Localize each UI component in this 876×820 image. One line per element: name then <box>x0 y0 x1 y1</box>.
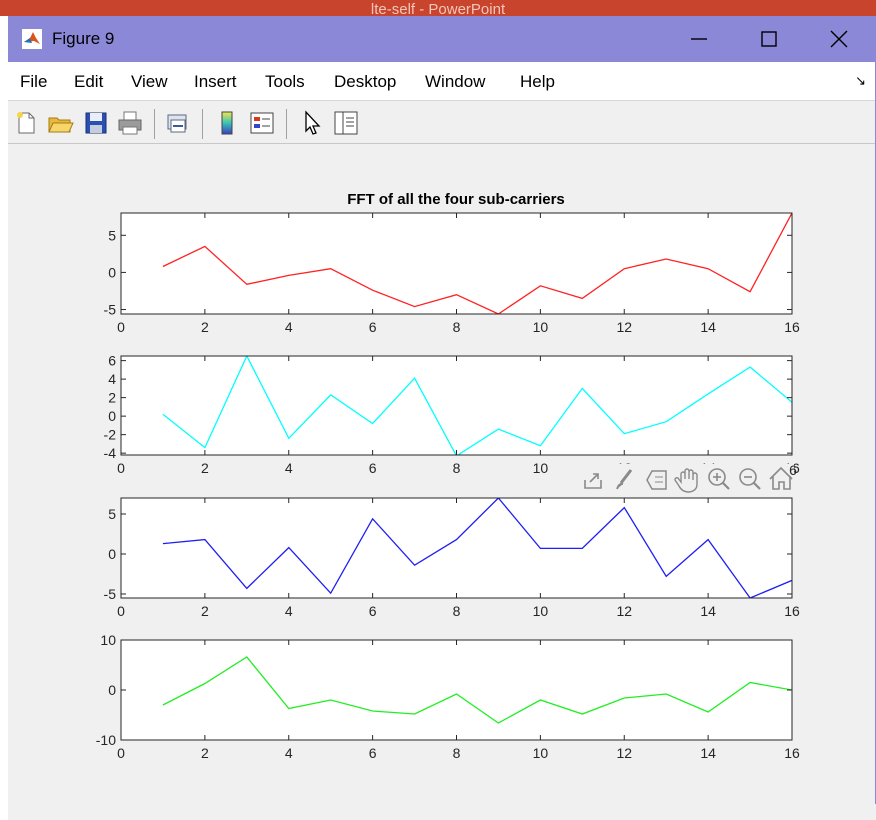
toolbar-separator <box>202 109 203 139</box>
dock-arrow-icon[interactable]: ↘ <box>855 74 866 89</box>
x-tick-label: 16 <box>784 319 800 335</box>
menu-view[interactable]: View <box>131 72 168 92</box>
x-tick-label: 8 <box>453 603 461 619</box>
x-tick-label: 14 <box>700 603 716 619</box>
link-plot-icon[interactable] <box>164 109 192 137</box>
x-tick-label: 14 <box>700 745 716 761</box>
x-tick-label: 6 <box>369 603 377 619</box>
x-tick-label: 6 <box>789 462 797 478</box>
x-tick-label: 4 <box>285 603 293 619</box>
figure-window: Figure 9 File Edit View Insert Tools Des… <box>8 16 876 804</box>
new-file-icon[interactable] <box>12 109 40 137</box>
menu-help[interactable]: Help <box>520 72 555 92</box>
x-tick-label: 2 <box>201 319 209 335</box>
pointer-arrow-icon[interactable] <box>298 109 326 137</box>
subplots: FFT of all the four sub-carriers 0 2 4 6 8 10… <box>8 144 876 804</box>
y-tick-label: -5 <box>104 586 117 602</box>
legend-icon[interactable] <box>248 109 276 137</box>
menu-tools[interactable]: Tools <box>265 72 305 92</box>
x-tick-label: 10 <box>533 319 549 335</box>
x-tick-label: 6 <box>369 319 377 335</box>
y-tick-label: -5 <box>104 302 117 318</box>
subplot-1: 0246810121416-505 <box>104 213 800 335</box>
menu-file[interactable]: File <box>20 72 47 92</box>
maximize-button[interactable] <box>734 16 804 62</box>
axes-background <box>121 213 792 314</box>
background-app-titlebar: lte-self - PowerPoint <box>0 0 876 16</box>
x-tick-label: 10 <box>533 745 549 761</box>
x-tick-label: 14 <box>700 319 716 335</box>
menu-window[interactable]: Window <box>425 72 485 92</box>
x-tick-label: 16 <box>784 745 800 761</box>
subplot-2: 0246810121416-4-20246 <box>104 353 800 476</box>
x-tick-label: 2 <box>201 745 209 761</box>
y-tick-label: 0 <box>108 408 116 424</box>
printer-icon[interactable] <box>116 109 144 137</box>
x-tick-label: 2 <box>201 603 209 619</box>
window-titlebar[interactable]: Figure 9 <box>8 16 876 62</box>
x-tick-label: 2 <box>201 460 209 476</box>
background-app-title: lte-self - PowerPoint <box>0 1 876 16</box>
minimize-icon <box>690 30 708 48</box>
x-tick-label: 12 <box>616 603 632 619</box>
axes-background <box>121 498 792 598</box>
colorbar-icon[interactable] <box>213 109 241 137</box>
y-tick-label: -4 <box>104 445 117 461</box>
x-tick-label: 10 <box>533 603 549 619</box>
floppy-disk-icon[interactable] <box>82 109 110 137</box>
x-tick-label: 8 <box>453 319 461 335</box>
x-tick-label: 0 <box>117 460 125 476</box>
x-tick-label: 8 <box>453 460 461 476</box>
minimize-button[interactable] <box>664 16 734 62</box>
y-tick-label: 6 <box>108 353 116 369</box>
subplot-4: 0246810121416-10010 <box>96 632 800 761</box>
y-tick-label: 2 <box>108 390 116 406</box>
x-tick-label: 12 <box>616 745 632 761</box>
x-tick-label: 6 <box>369 460 377 476</box>
x-tick-label: 16 <box>784 603 800 619</box>
matlab-logo-icon <box>22 29 42 49</box>
x-tick-label: 0 <box>117 745 125 761</box>
figure-title: FFT of all the four sub-carriers <box>347 191 565 208</box>
window-border-left <box>0 16 8 820</box>
x-tick-label: 4 <box>285 460 293 476</box>
close-icon <box>830 30 848 48</box>
y-tick-label: 5 <box>108 506 116 522</box>
menu-insert[interactable]: Insert <box>194 72 237 92</box>
y-tick-label: 5 <box>108 227 116 243</box>
y-tick-label: -2 <box>104 427 117 443</box>
x-tick-label: 8 <box>453 745 461 761</box>
menu-desktop[interactable]: Desktop <box>334 72 396 92</box>
close-button[interactable] <box>804 16 874 62</box>
panel-icon[interactable] <box>332 109 360 137</box>
y-tick-label: 4 <box>108 371 116 387</box>
x-tick-label: 4 <box>285 319 293 335</box>
axes-toolbar <box>576 464 794 494</box>
menu-edit[interactable]: Edit <box>74 72 103 92</box>
x-tick-label: 4 <box>285 745 293 761</box>
y-tick-label: 0 <box>108 546 116 562</box>
window-title: Figure 9 <box>52 29 114 49</box>
x-tick-label: 0 <box>117 319 125 335</box>
x-tick-label: 12 <box>616 319 632 335</box>
figure-canvas: FFT of all the four sub-carriers 0 2 4 6 8 10… <box>8 144 876 804</box>
axes-background <box>121 640 792 740</box>
x-tick-label: 0 <box>117 603 125 619</box>
toolbar-separator <box>154 109 155 139</box>
y-tick-label: 0 <box>108 682 116 698</box>
subplot-3: 0246810121416-505 <box>104 498 800 619</box>
maximize-icon <box>760 30 778 48</box>
x-tick-label: 6 <box>369 745 377 761</box>
toolbar-separator <box>286 109 287 139</box>
y-tick-label: -10 <box>96 732 116 748</box>
figure-toolbar <box>8 100 876 144</box>
folder-open-icon[interactable] <box>46 109 74 137</box>
menu-bar: File Edit View Insert Tools Desktop Wind… <box>8 62 876 100</box>
y-tick-label: 10 <box>100 632 116 648</box>
x-tick-label: 10 <box>533 460 549 476</box>
y-tick-label: 0 <box>108 264 116 280</box>
